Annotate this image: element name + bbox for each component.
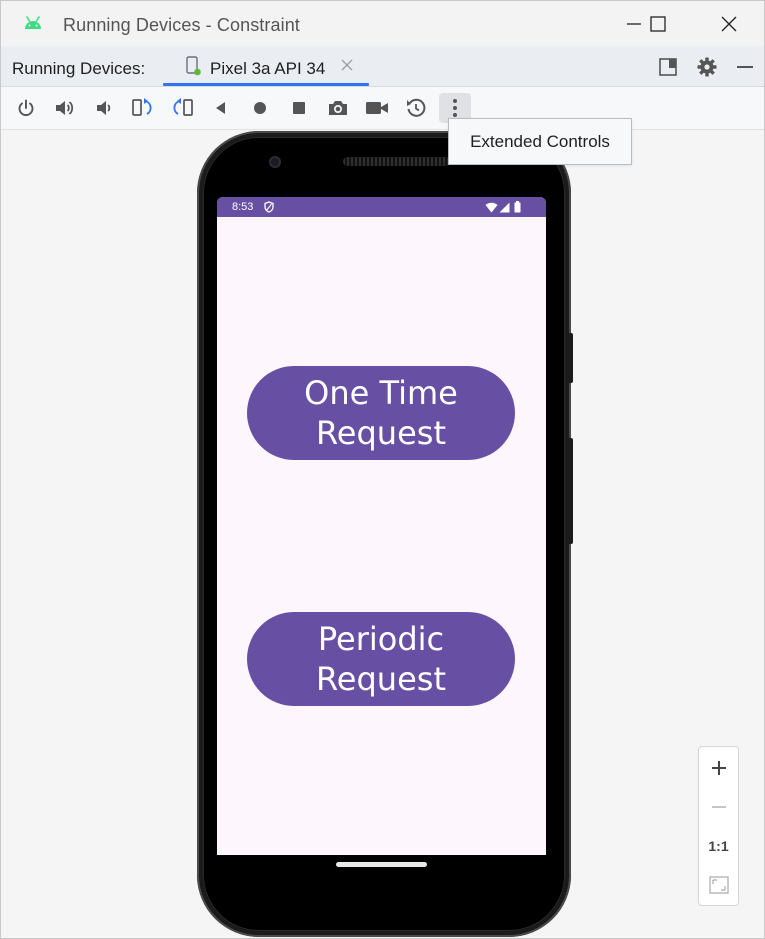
screen-record-button[interactable] <box>361 93 393 123</box>
home-icon <box>254 102 266 114</box>
rotate-right-button[interactable] <box>166 93 198 123</box>
close-icon <box>721 16 737 31</box>
tab-pixel-3a[interactable]: Pixel 3a API 34 <box>163 46 369 86</box>
extended-controls-tooltip: Extended Controls <box>448 118 632 165</box>
zoom-out-button[interactable] <box>699 788 738 826</box>
active-tab-indicator <box>163 83 369 86</box>
wifi-icon <box>485 202 498 213</box>
plus-icon <box>711 761 726 775</box>
device-tab-label: Pixel 3a API 34 <box>210 59 326 78</box>
front-camera <box>269 156 281 168</box>
zoom-controls: 1:1 <box>698 746 739 906</box>
hide-panel-button[interactable] <box>734 56 756 78</box>
layout-toggle-button[interactable] <box>657 56 679 78</box>
device-tab-bar: Running Devices: Pixel 3a API 34 <box>1 46 764 87</box>
periodic-request-button[interactable]: Periodic Request <box>247 612 515 706</box>
video-camera-icon <box>366 102 388 114</box>
panel-layout-icon <box>659 58 677 76</box>
window-title: Running Devices - Constraint <box>63 15 300 35</box>
fit-screen-icon <box>708 876 729 894</box>
overview-button[interactable] <box>283 93 315 123</box>
device-toolbar <box>1 87 764 130</box>
android-icon <box>25 16 41 29</box>
back-icon <box>216 102 225 114</box>
rotate-right-icon <box>173 98 193 116</box>
volume-up-icon <box>56 101 74 115</box>
overview-icon <box>293 102 305 114</box>
phone-volume-key <box>567 438 573 544</box>
earpiece-speaker <box>343 157 450 166</box>
back-button[interactable] <box>205 93 237 123</box>
actual-size-button[interactable]: 1:1 <box>699 827 738 865</box>
maximize-button[interactable] <box>635 1 681 46</box>
gear-icon <box>697 57 717 77</box>
rotate-left-icon <box>132 98 152 116</box>
status-bar: 8:53 <box>217 197 546 217</box>
home-button[interactable] <box>244 93 276 123</box>
running-devices-window: Running Devices - Constraint Running Dev… <box>0 0 765 939</box>
phone-device-icon <box>186 56 201 76</box>
close-window-button[interactable] <box>706 1 752 46</box>
battery-icon <box>514 201 521 213</box>
settings-button[interactable] <box>696 56 718 78</box>
fit-screen-button[interactable] <box>699 866 738 904</box>
camera-icon <box>329 101 347 115</box>
running-devices-label: Running Devices: <box>12 59 146 78</box>
maximize-icon <box>650 15 666 32</box>
power-icon <box>18 99 34 117</box>
power-button[interactable] <box>10 93 42 123</box>
volume-up-button[interactable] <box>49 93 81 123</box>
volume-down-button[interactable] <box>88 93 120 123</box>
title-bar: Running Devices - Constraint <box>1 1 764 46</box>
close-tab-icon[interactable] <box>340 58 354 72</box>
volume-down-icon <box>97 101 111 115</box>
more-vertical-icon <box>453 99 457 117</box>
history-icon <box>407 98 426 117</box>
screenshot-button[interactable] <box>322 93 354 123</box>
zoom-in-button[interactable] <box>699 749 738 787</box>
phone-power-key <box>567 333 573 383</box>
signal-icon <box>499 202 510 213</box>
minus-icon <box>711 806 726 808</box>
one-time-request-button[interactable]: One Time Request <box>247 366 515 460</box>
rotate-left-button[interactable] <box>127 93 159 123</box>
gesture-nav-handle[interactable] <box>336 862 427 867</box>
snapshot-button[interactable] <box>400 93 432 123</box>
shield-icon <box>264 201 274 213</box>
minimize-panel-icon <box>737 66 753 68</box>
device-screen[interactable]: 8:53 One Time Request Periodic Request <box>217 197 546 855</box>
status-time: 8:53 <box>232 201 254 213</box>
